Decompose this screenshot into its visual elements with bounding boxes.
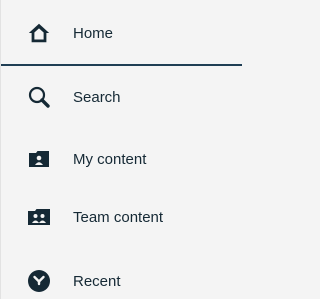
nav-item-label: Search: [73, 88, 121, 106]
side-navigation: Home Search My content Team content Rece…: [0, 0, 242, 299]
nav-item-label: My content: [73, 150, 147, 168]
folder-team-icon: [27, 205, 51, 229]
nav-item-label: Team content: [73, 208, 164, 226]
home-icon: [27, 21, 51, 45]
nav-item-team-content[interactable]: Team content: [1, 186, 242, 248]
folder-user-icon: [27, 147, 51, 171]
nav-item-my-content[interactable]: My content: [1, 128, 242, 190]
clock-icon: [27, 269, 51, 293]
nav-item-label: Recent: [73, 272, 121, 290]
search-icon: [27, 85, 51, 109]
nav-item-search[interactable]: Search: [1, 66, 242, 128]
nav-item-label: Home: [73, 24, 114, 42]
nav-item-recent[interactable]: Recent: [1, 250, 242, 299]
nav-item-home[interactable]: Home: [1, 2, 242, 64]
